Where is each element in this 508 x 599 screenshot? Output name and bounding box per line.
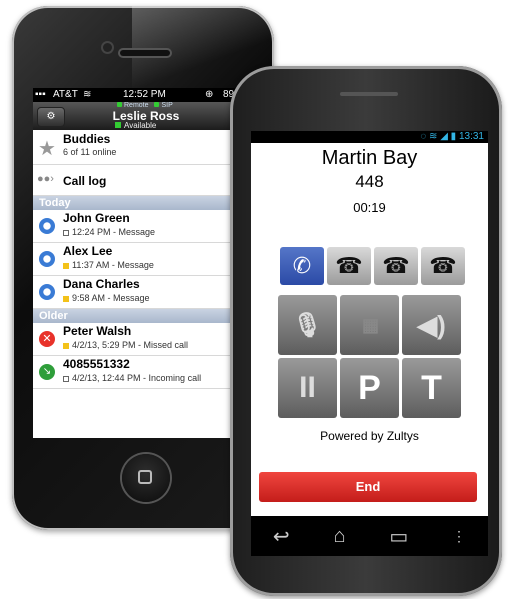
remote-label: Remote xyxy=(124,102,149,109)
lock-rotation-icon: ⊕ xyxy=(205,89,214,100)
android-status-bar: ◌ ≋ ◢ ▮ 13:31 xyxy=(251,131,488,143)
status-time: 12:52 PM xyxy=(123,89,166,100)
earpiece-grill xyxy=(340,92,398,96)
transfer-button[interactable]: T xyxy=(402,358,461,418)
missed-call-icon: ✕ xyxy=(39,331,55,347)
home-icon xyxy=(138,470,152,484)
speaker-button[interactable]: ◀) xyxy=(402,295,461,355)
pause-icon: II xyxy=(299,371,316,404)
presence-label: Available xyxy=(124,121,157,130)
status-dot-icon xyxy=(63,342,69,349)
line-buttons: ✆ ☎ ☎ ☎ xyxy=(280,247,465,285)
keypad-icon: ▦ xyxy=(361,314,379,335)
contact-name: John Green xyxy=(63,211,130,225)
status-dot-icon xyxy=(63,375,69,382)
presence-icon xyxy=(115,122,121,128)
presence-status[interactable]: Available xyxy=(115,121,156,130)
iphone-screen: ▪▪▪ AT&T ≋ 12:52 PM ⊕ 89% ⚙ Remote SIP L… xyxy=(33,88,253,438)
carrier-label: AT&T xyxy=(53,89,78,100)
iphone-header: ⚙ Remote SIP Leslie Ross Available xyxy=(33,102,253,130)
contact-detail: 4/2/13, 5:29 PM - Missed call xyxy=(72,340,189,350)
android-navigation-bar: ↩ ⌂ ▭ ⋮ xyxy=(251,516,488,556)
sip-label: SIP xyxy=(161,102,173,109)
list-item[interactable]: Dana Charles 9:58 AM - Message xyxy=(33,276,253,309)
buddies-title: Buddies xyxy=(63,132,111,146)
list-item[interactable]: Alex Lee 11:37 AM - Message xyxy=(33,243,253,276)
buddies-row[interactable]: ★ Buddies 6 of 11 online xyxy=(33,130,253,165)
contact-name: Alex Lee xyxy=(63,244,113,258)
contact-detail: 9:58 AM - Message xyxy=(72,293,150,303)
contact-name: Peter Walsh xyxy=(63,324,132,338)
park-button[interactable]: P xyxy=(340,358,399,418)
earpiece-speaker xyxy=(120,50,170,56)
list-item[interactable]: ↘ 4085551332 4/2/13, 12:44 PM - Incoming… xyxy=(33,356,253,389)
settings-button[interactable]: ⚙ xyxy=(37,107,65,127)
contact-detail: 4/2/13, 12:44 PM - Incoming call xyxy=(72,373,202,383)
contact-detail: 11:37 AM - Message xyxy=(72,260,154,270)
message-icon xyxy=(39,218,55,234)
contact-name: 4085551332 xyxy=(63,357,130,371)
line-1-button[interactable]: ✆ xyxy=(280,247,324,285)
phone-icon: ☎ xyxy=(382,253,410,278)
contact-detail: 12:24 PM - Message xyxy=(72,227,156,237)
microphone-muted-icon: 🎙 xyxy=(292,311,323,339)
message-icon xyxy=(39,251,55,267)
call-controls: 🎙 ▦ ◀) II P T xyxy=(278,295,462,419)
mute-button[interactable]: 🎙 xyxy=(278,295,337,355)
line-2-button[interactable]: ☎ xyxy=(327,247,371,285)
android-screen: ◌ ≋ ◢ ▮ 13:31 Martin Bay 448 00:19 ✆ ☎ ☎… xyxy=(251,131,488,516)
home-button[interactable] xyxy=(122,454,170,502)
list-item[interactable]: John Green 12:24 PM - Message xyxy=(33,210,253,243)
call-duration: 00:19 xyxy=(353,200,386,215)
call-log-title: Call log xyxy=(63,174,107,188)
status-dot-icon xyxy=(63,262,69,269)
call-log-icon: ●●› xyxy=(37,173,54,185)
home-nav-icon[interactable]: ⌂ xyxy=(333,525,345,548)
park-label: P xyxy=(358,368,381,407)
phone-icon: ☎ xyxy=(429,253,457,278)
handset-icon: ✆ xyxy=(292,253,312,278)
line-4-button[interactable]: ☎ xyxy=(421,247,465,285)
buddies-count: 6 of 11 online xyxy=(63,147,117,157)
call-log-row[interactable]: ●●› Call log xyxy=(33,165,253,196)
wifi-icon: ≋ xyxy=(83,89,92,100)
keypad-button[interactable]: ▦ xyxy=(340,295,399,355)
caller-name: Martin Bay xyxy=(321,147,418,169)
recent-apps-icon[interactable]: ▭ xyxy=(389,524,408,549)
phone-icon: ☎ xyxy=(335,253,363,278)
gear-icon: ⚙ xyxy=(46,111,56,122)
incoming-call-icon: ↘ xyxy=(39,364,55,380)
status-dot-icon xyxy=(63,229,69,236)
front-camera xyxy=(103,43,112,52)
section-today: Today xyxy=(33,196,253,210)
speaker-icon: ◀) xyxy=(417,309,446,340)
back-icon[interactable]: ↩ xyxy=(273,524,290,549)
end-call-button[interactable]: End xyxy=(259,472,477,502)
contact-name: Dana Charles xyxy=(63,277,140,291)
signal-icon: ▪▪▪ xyxy=(35,89,46,100)
status-icons: ◌ ≋ ◢ ▮ xyxy=(420,131,459,142)
star-icon: ★ xyxy=(38,138,56,160)
powered-by-label: Powered by Zultys xyxy=(320,429,419,443)
list-item[interactable]: ✕ Peter Walsh 4/2/13, 5:29 PM - Missed c… xyxy=(33,323,253,356)
caller-extension: 448 xyxy=(355,172,384,191)
transfer-label: T xyxy=(421,368,442,407)
connection-meta: Remote SIP xyxy=(113,102,173,109)
iphone-status-bar: ▪▪▪ AT&T ≋ 12:52 PM ⊕ 89% xyxy=(33,88,253,102)
hold-button[interactable]: II xyxy=(278,358,337,418)
message-icon xyxy=(39,284,55,300)
section-older: Older xyxy=(33,309,253,323)
line-3-button[interactable]: ☎ xyxy=(374,247,418,285)
menu-icon[interactable]: ⋮ xyxy=(452,528,466,545)
android-status-time: 13:31 xyxy=(458,131,484,142)
status-dot-icon xyxy=(63,295,69,302)
